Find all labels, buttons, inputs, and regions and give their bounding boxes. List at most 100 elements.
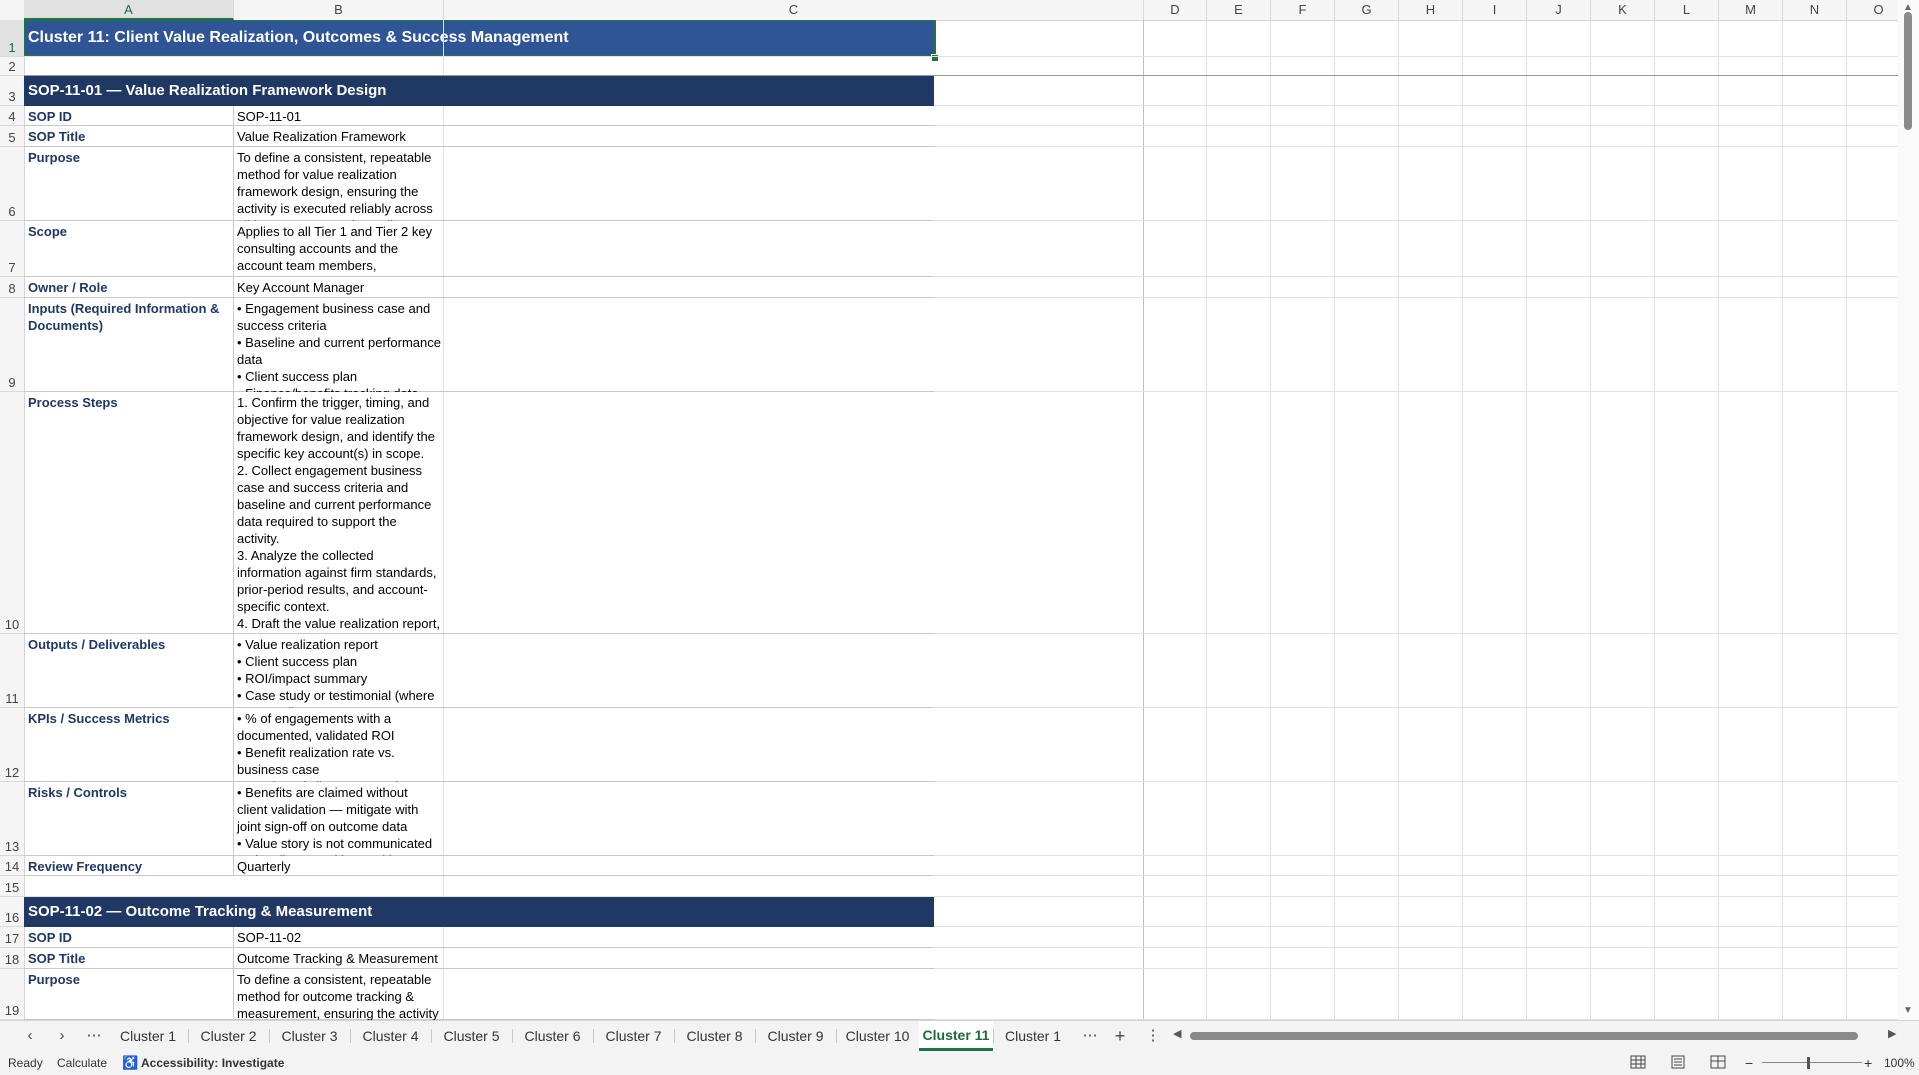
zoom-in-icon[interactable]: + (1864, 1051, 1872, 1075)
row-header-13[interactable]: 13 (0, 782, 24, 856)
row-header-4[interactable]: 4 (0, 106, 24, 126)
row-header-19[interactable]: 19 (0, 969, 24, 1020)
sheet-tab[interactable]: Cluster 4 (350, 1021, 431, 1051)
column-header-e[interactable]: E (1207, 0, 1271, 20)
column-header-g[interactable]: G (1335, 0, 1399, 20)
horizontal-scrollbar[interactable]: ◀ ▶ (1170, 1027, 1900, 1043)
field-label[interactable]: Review Frequency (24, 856, 234, 876)
field-value[interactable]: To define a consistent, repeatable metho… (234, 969, 444, 1020)
add-sheet-icon[interactable]: + (1108, 1025, 1132, 1047)
field-value[interactable]: To define a consistent, repeatable metho… (234, 147, 444, 221)
sheet-title-cell[interactable]: Cluster 11: Client Value Realization, Ou… (24, 20, 936, 57)
more-sheets-left-icon[interactable]: ⋯ (82, 1025, 106, 1047)
field-value[interactable]: Outcome Tracking & Measurement (234, 948, 444, 969)
field-value[interactable]: • Engagement business case and success c… (234, 298, 444, 392)
column-header-m[interactable]: M (1719, 0, 1783, 20)
row-header-3[interactable]: 3 (0, 76, 24, 106)
normal-view-icon[interactable] (1630, 1055, 1646, 1069)
scroll-right-icon[interactable]: ▶ (1888, 1027, 1896, 1040)
sop-banner[interactable]: SOP-11-02 — Outcome Tracking & Measureme… (24, 897, 934, 927)
field-label[interactable]: Purpose (24, 969, 234, 1020)
column-header-c[interactable]: C (444, 0, 1144, 20)
row-header-8[interactable]: 8 (0, 277, 24, 298)
row-header-18[interactable]: 18 (0, 948, 24, 969)
sop-banner[interactable]: SOP-11-01 — Value Realization Framework … (24, 76, 934, 106)
field-value[interactable]: • % of engagements with a documented, va… (234, 708, 444, 782)
horizontal-scroll-thumb[interactable] (1190, 1032, 1858, 1040)
field-value[interactable]: Value Realization Framework Design (234, 126, 444, 147)
worksheet-grid[interactable]: Cluster 11: Client Value Realization, Ou… (24, 20, 1898, 1020)
row-header-7[interactable]: 7 (0, 221, 24, 277)
field-value[interactable]: • Value realization report • Client succ… (234, 634, 444, 708)
field-label[interactable]: Outputs / Deliverables (24, 634, 234, 708)
row-header-2[interactable]: 2 (0, 57, 24, 76)
zoom-level[interactable]: 100% (1884, 1051, 1915, 1075)
field-label[interactable]: SOP Title (24, 126, 234, 147)
accessibility-status[interactable]: Accessibility: Investigate (141, 1051, 284, 1075)
sheet-tab[interactable]: Cluster 2 (188, 1021, 269, 1051)
sheet-tab[interactable]: Cluster 1 (108, 1021, 188, 1051)
column-header-n[interactable]: N (1783, 0, 1847, 20)
row-header-15[interactable]: 15 (0, 876, 24, 897)
row-header-11[interactable]: 11 (0, 634, 24, 708)
page-layout-view-icon[interactable] (1670, 1055, 1686, 1069)
zoom-slider-knob[interactable] (1807, 1057, 1810, 1069)
column-header-a[interactable]: A (24, 0, 234, 20)
field-value[interactable]: Applies to all Tier 1 and Tier 2 key con… (234, 221, 444, 277)
field-value[interactable]: 1. Confirm the trigger, timing, and obje… (234, 392, 444, 634)
next-sheet-icon[interactable]: › (50, 1025, 74, 1047)
column-header-l[interactable]: L (1655, 0, 1719, 20)
field-label[interactable]: Inputs (Required Information & Documents… (24, 298, 234, 392)
prev-sheet-icon[interactable]: ‹ (18, 1025, 42, 1047)
vertical-scroll-thumb[interactable] (1904, 12, 1912, 130)
scroll-down-icon[interactable]: ▼ (1903, 1005, 1913, 1016)
column-header-b[interactable]: B (234, 0, 444, 20)
field-label[interactable]: Purpose (24, 147, 234, 221)
row-header-17[interactable]: 17 (0, 927, 24, 948)
sheet-tab[interactable]: Cluster 11 (919, 1021, 993, 1051)
row-header-6[interactable]: 6 (0, 147, 24, 221)
sheet-tab[interactable]: Cluster 7 (593, 1021, 674, 1051)
zoom-out-icon[interactable]: − (1745, 1051, 1753, 1075)
field-label[interactable]: SOP ID (24, 106, 234, 126)
row-header-12[interactable]: 12 (0, 708, 24, 782)
row-header-10[interactable]: 10 (0, 392, 24, 634)
row-header-16[interactable]: 16 (0, 897, 24, 927)
page-break-view-icon[interactable] (1710, 1055, 1726, 1069)
row-header-5[interactable]: 5 (0, 126, 24, 147)
field-value[interactable]: Quarterly (234, 856, 444, 876)
column-header-d[interactable]: D (1144, 0, 1207, 20)
field-label[interactable]: Owner / Role (24, 277, 234, 298)
vertical-scrollbar[interactable]: ▲ ▼ (1898, 0, 1919, 1020)
field-label[interactable]: Process Steps (24, 392, 234, 634)
sheet-tab[interactable]: Cluster 6 (512, 1021, 593, 1051)
row-header-1[interactable]: 1 (0, 20, 24, 57)
row-header-14[interactable]: 14 (0, 856, 24, 876)
field-value[interactable]: SOP-11-02 (234, 927, 444, 948)
field-value[interactable]: • Benefits are claimed without client va… (234, 782, 444, 856)
column-header-f[interactable]: F (1271, 0, 1335, 20)
field-value[interactable]: Key Account Manager (234, 277, 444, 298)
sheet-tab[interactable]: Cluster 3 (269, 1021, 350, 1051)
field-label[interactable]: Scope (24, 221, 234, 277)
column-header-j[interactable]: J (1527, 0, 1591, 20)
sheet-options-icon[interactable]: ⋮ (1141, 1025, 1165, 1047)
column-header-i[interactable]: I (1463, 0, 1527, 20)
select-all-corner[interactable] (0, 0, 25, 20)
field-value[interactable]: SOP-11-01 (234, 106, 444, 126)
column-header-h[interactable]: H (1399, 0, 1463, 20)
column-header-k[interactable]: K (1591, 0, 1655, 20)
field-label[interactable]: SOP ID (24, 927, 234, 948)
more-sheets-right-icon[interactable]: ⋯ (1078, 1025, 1102, 1047)
zoom-slider[interactable] (1762, 1062, 1862, 1063)
sheet-tab[interactable]: Cluster 5 (431, 1021, 512, 1051)
sheet-tab[interactable]: Cluster 9 (755, 1021, 836, 1051)
sheet-tab[interactable]: Cluster 10 (836, 1021, 919, 1051)
field-label[interactable]: Risks / Controls (24, 782, 234, 856)
row-header-9[interactable]: 9 (0, 298, 24, 392)
sheet-tab[interactable]: Cluster 1 (993, 1021, 1073, 1051)
field-label[interactable]: SOP Title (24, 948, 234, 969)
calculate-button[interactable]: Calculate (57, 1051, 107, 1075)
scroll-left-icon[interactable]: ◀ (1173, 1027, 1181, 1040)
sheet-tab[interactable]: Cluster 8 (674, 1021, 755, 1051)
